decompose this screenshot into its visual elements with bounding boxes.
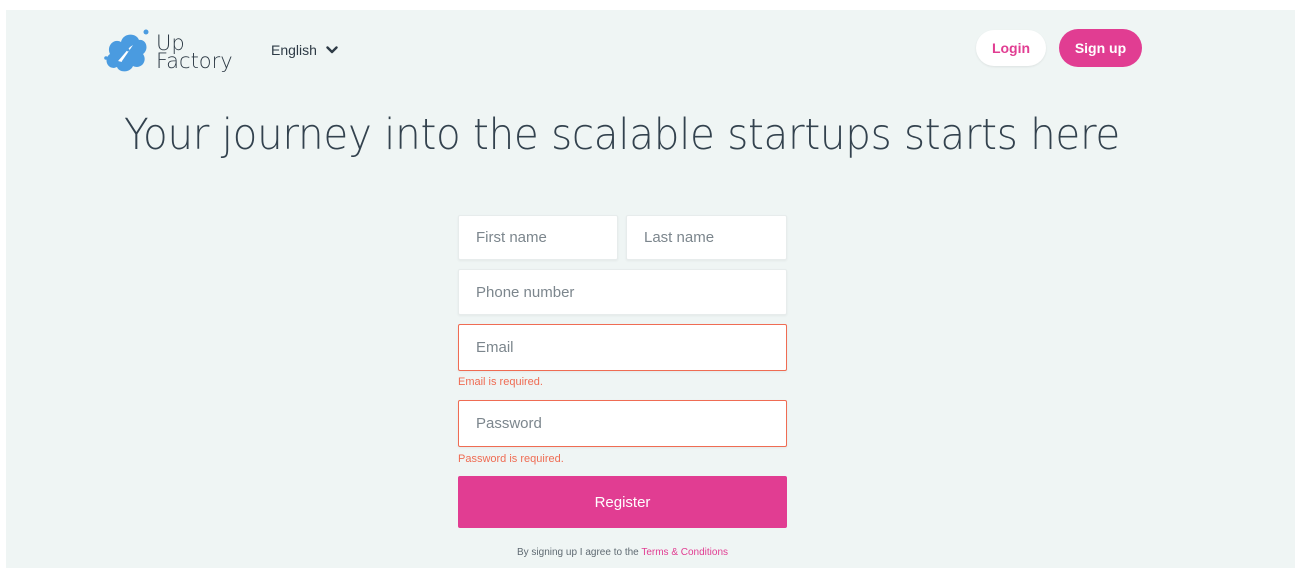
terms-link[interactable]: Terms & Conditions	[641, 547, 728, 558]
email-input[interactable]	[458, 324, 787, 371]
brand-name-line2: Factory	[156, 49, 233, 73]
terms-notice: By signing up I agree to the Terms & Con…	[458, 547, 787, 558]
login-button[interactable]: Login	[976, 30, 1046, 66]
first-name-input[interactable]	[458, 215, 618, 260]
brand-logo[interactable]: Up Factory	[102, 28, 233, 76]
password-error-message: Password is required.	[458, 453, 564, 465]
password-input[interactable]	[458, 400, 787, 447]
page: Up Factory English Login Sign up Your jo…	[6, 10, 1295, 568]
last-name-input[interactable]	[626, 215, 787, 260]
chevron-down-icon	[326, 46, 338, 54]
phone-number-input[interactable]	[458, 269, 787, 315]
email-error-message: Email is required.	[458, 376, 543, 388]
page-title: Your journey into the scalable startups …	[123, 110, 1121, 160]
register-button[interactable]: Register	[458, 476, 787, 528]
language-label: English	[271, 42, 317, 58]
terms-prefix: By signing up I agree to the	[516, 547, 642, 558]
rocket-cloud-icon	[104, 29, 149, 72]
signup-button[interactable]: Sign up	[1059, 29, 1142, 67]
language-selector[interactable]: English	[271, 42, 338, 58]
brand-name: Up Factory	[156, 33, 233, 73]
